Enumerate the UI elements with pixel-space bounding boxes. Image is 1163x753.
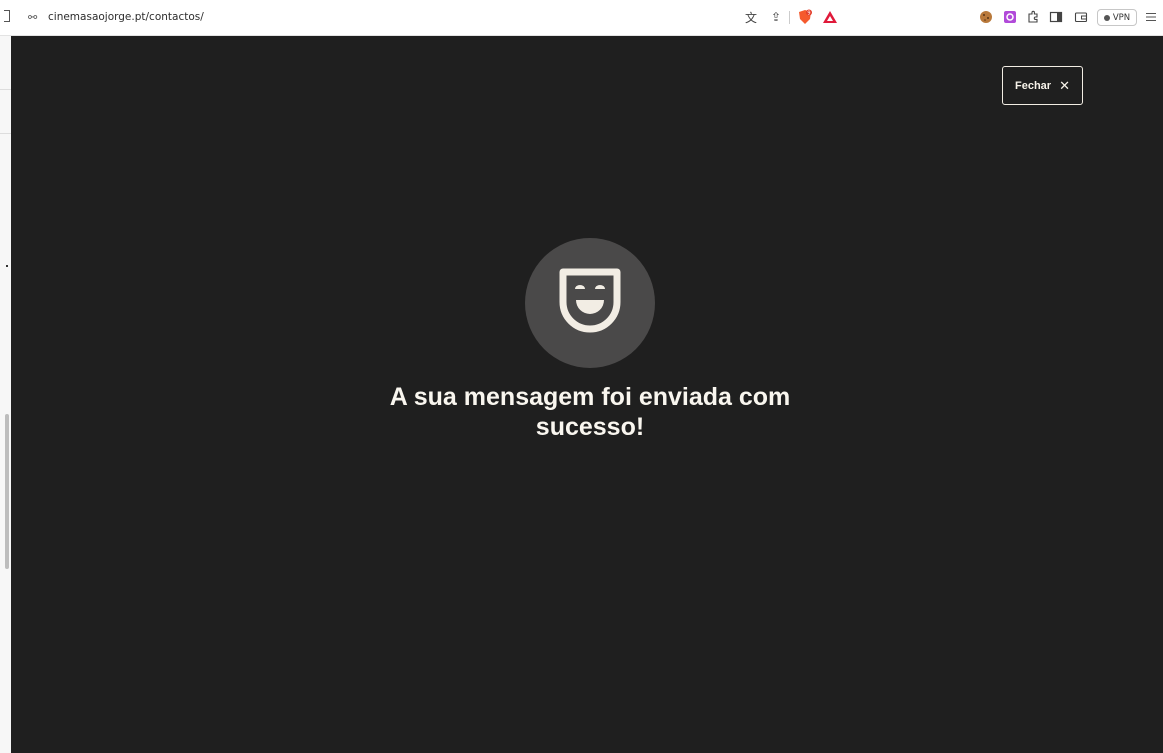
wallet-icon[interactable]	[1073, 9, 1089, 25]
menu-icon[interactable]	[1143, 9, 1159, 25]
success-message: A sua mensagem foi enviada com sucesso!	[389, 383, 791, 441]
gutter-divider	[0, 133, 11, 134]
address-bar[interactable]: cinemasaojorge.pt/contactos/	[48, 11, 204, 23]
vpn-status-icon	[1103, 14, 1110, 21]
page-left-gutter	[0, 36, 11, 753]
share-icon[interactable]: ⇪	[768, 9, 784, 25]
shields-count: 9	[807, 11, 810, 17]
extensions-puzzle-icon[interactable]	[1025, 9, 1041, 25]
translate-icon[interactable]: 文	[743, 9, 759, 25]
cookie-extension-icon[interactable]	[978, 9, 994, 25]
gutter-marker	[6, 265, 8, 267]
browser-toolbar: ⚯ cinemasaojorge.pt/contactos/ 文 ⇪ 9 VPN	[0, 0, 1163, 36]
gutter-divider	[0, 89, 11, 90]
vpn-label: VPN	[1112, 12, 1131, 23]
page-scrollbar[interactable]	[5, 414, 9, 569]
brave-rewards-icon[interactable]	[822, 9, 838, 25]
site-settings-icon[interactable]: ⚯	[28, 11, 37, 24]
vpn-button[interactable]: VPN	[1097, 9, 1137, 26]
close-label: Fechar	[1015, 79, 1052, 92]
extension-icon[interactable]	[1002, 9, 1018, 25]
toolbar-separator	[789, 11, 790, 24]
success-icon-circle	[525, 238, 655, 368]
sidebar-panel-icon[interactable]	[1048, 9, 1064, 25]
sidebar-toggle-icon[interactable]	[4, 10, 10, 22]
smiling-mask-icon	[559, 268, 621, 333]
brave-shields-icon[interactable]: 9	[797, 9, 813, 25]
close-icon: ✕	[1059, 77, 1070, 93]
close-button[interactable]: Fechar ✕	[1002, 66, 1083, 105]
